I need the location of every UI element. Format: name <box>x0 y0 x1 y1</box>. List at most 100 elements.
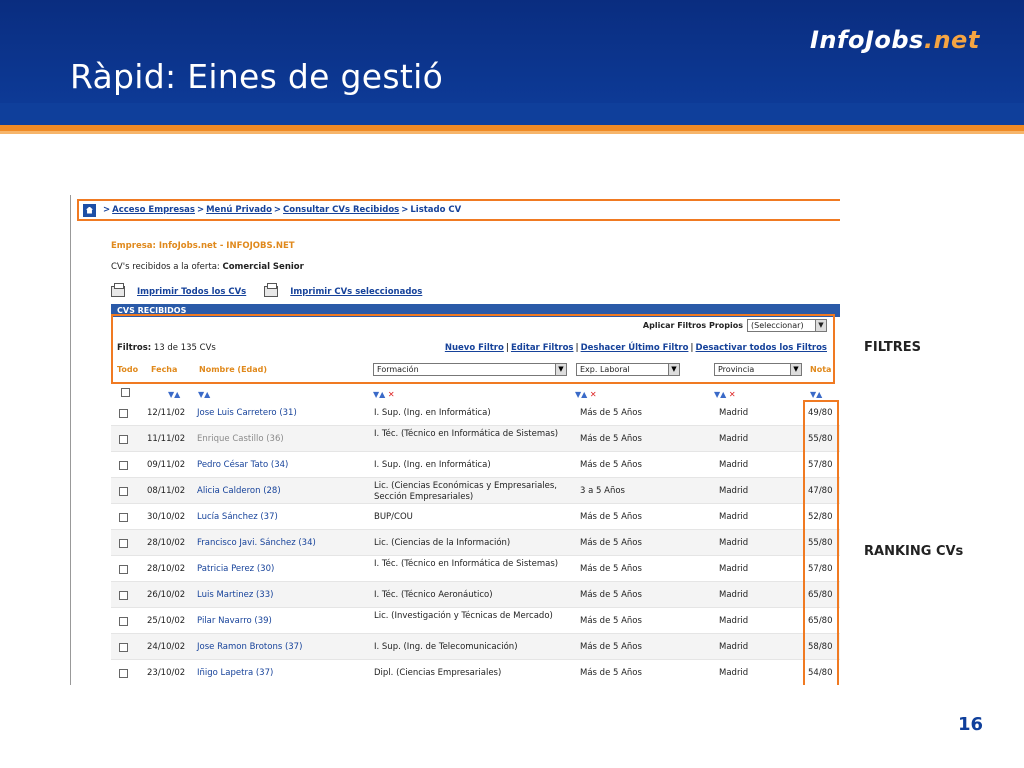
printer-icon[interactable] <box>264 283 279 297</box>
printer-icon[interactable] <box>111 283 125 297</box>
own-filters-value: (Seleccionar) <box>751 321 804 330</box>
offer-name: Comercial Senior <box>222 262 304 272</box>
filter-links: Nuevo Filtro | Editar Filtros | Deshacer Últ… <box>444 343 827 353</box>
row-name-link[interactable]: Iñigo Lapetra (37) <box>197 668 273 678</box>
print-all-link[interactable]: Imprimir Todos los CVs <box>137 287 246 297</box>
chevron-down-icon[interactable]: ▼ <box>815 320 826 331</box>
row-province: Madrid <box>719 512 749 522</box>
undo-filter-link[interactable]: Deshacer Último Filtro <box>581 343 689 353</box>
row-formation: I. Sup. (Ing. en Informática) <box>374 408 491 418</box>
new-filter-link[interactable]: Nuevo Filtro <box>445 343 504 353</box>
row-experience: Más de 5 Años <box>580 434 642 444</box>
filter-count-value: 13 de 135 CVs <box>153 343 216 353</box>
remove-filter-icon[interactable]: ✕ <box>726 390 736 399</box>
row-province: Madrid <box>719 408 749 418</box>
province-filter-select[interactable]: Provincia ▼ <box>714 363 802 376</box>
row-name-link[interactable]: Jose Luis Carretero (31) <box>197 408 297 418</box>
print-selected-link[interactable]: Imprimir CVs seleccionados <box>290 287 422 297</box>
slide-title: Ràpid: Eines de gestió <box>70 57 444 96</box>
row-date: 23/10/02 <box>147 668 186 678</box>
col-todo[interactable]: Todo <box>117 365 138 374</box>
row-formation: I. Sup. (Ing. de Telecomunicación) <box>374 642 518 652</box>
formation-filter-select[interactable]: Formación ▼ <box>373 363 567 376</box>
remove-filter-icon[interactable]: ✕ <box>385 390 395 399</box>
row-checkbox[interactable] <box>119 617 128 626</box>
row-checkbox[interactable] <box>119 565 128 574</box>
row-checkbox[interactable] <box>119 643 128 652</box>
chevron-down-icon[interactable]: ▼ <box>555 364 566 375</box>
select-all-checkbox[interactable] <box>121 388 130 397</box>
table-row: 23/10/02 Iñigo Lapetra (37) Dipl. (Ciencia… <box>111 660 840 685</box>
row-checkbox[interactable] <box>119 539 128 548</box>
row-experience: Más de 5 Años <box>580 538 642 548</box>
row-name-link[interactable]: Lucía Sánchez (37) <box>197 512 278 522</box>
row-date: 28/10/02 <box>147 538 186 548</box>
row-experience: Más de 5 Años <box>580 512 642 522</box>
row-province: Madrid <box>719 590 749 600</box>
sort-arrows-provincia[interactable]: ▼▲ ✕ <box>714 390 736 399</box>
row-province: Madrid <box>719 642 749 652</box>
edit-filters-link[interactable]: Editar Filtros <box>511 343 574 353</box>
breadcrumb: > Acceso Empresas > Menú Privado > Consu… <box>77 199 840 221</box>
row-checkbox[interactable] <box>119 461 128 470</box>
row-date: 09/11/02 <box>147 460 186 470</box>
sort-arrows-nombre[interactable]: ▼▲ <box>198 390 210 399</box>
breadcrumb-separator: > <box>196 205 205 215</box>
breadcrumb-current: Listado CV <box>410 205 462 215</box>
row-province: Madrid <box>719 486 749 496</box>
row-experience: Más de 5 Años <box>580 668 642 678</box>
logo-dot: . <box>923 26 934 54</box>
row-name-link[interactable]: Alicia Calderon (28) <box>197 486 281 496</box>
row-name-link[interactable]: Francisco Javi. Sánchez (34) <box>197 538 316 548</box>
breadcrumb-consultar-cvs[interactable]: Consultar CVs Recibidos <box>283 205 399 215</box>
row-formation: Lic. (Ciencias de la Información) <box>374 538 511 548</box>
row-name-link[interactable]: Enrique Castillo (36) <box>197 434 284 444</box>
row-province: Madrid <box>719 668 749 678</box>
row-checkbox[interactable] <box>119 513 128 522</box>
company-name: Empresa: InfoJobs.net - INFOJOBS.NET <box>111 241 295 251</box>
row-checkbox[interactable] <box>119 409 128 418</box>
own-filters-label: Aplicar Filtros Propios <box>642 321 743 330</box>
table-row: 24/10/02 Jose Ramon Brotons (37) I. Sup. (… <box>111 634 840 660</box>
chevron-down-icon[interactable]: ▼ <box>668 364 679 375</box>
table-row: 08/11/02 Alicia Calderon (28) Lic. (Cienci… <box>111 478 840 504</box>
filter-count: Filtros: 13 de 135 CVs <box>117 343 216 353</box>
row-name-link[interactable]: Pedro César Tato (34) <box>197 460 288 470</box>
row-name-link[interactable]: Pilar Navarro (39) <box>197 616 272 626</box>
row-checkbox[interactable] <box>119 435 128 444</box>
experience-filter-select[interactable]: Exp. Laboral ▼ <box>576 363 680 376</box>
row-checkbox[interactable] <box>119 487 128 496</box>
row-experience: 3 a 5 Años <box>580 486 625 496</box>
sort-arrows-fecha[interactable]: ▼▲ <box>168 390 180 399</box>
row-experience: Más de 5 Años <box>580 616 642 626</box>
chevron-down-icon[interactable]: ▼ <box>790 364 801 375</box>
row-checkbox[interactable] <box>119 591 128 600</box>
row-name-link[interactable]: Patricia Perez (30) <box>197 564 274 574</box>
slide: Ràpid: Eines de gestió InfoJobs.net > Ac… <box>0 0 1024 768</box>
breadcrumb-menu-privado[interactable]: Menú Privado <box>206 205 272 215</box>
row-name-link[interactable]: Luis Martinez (33) <box>197 590 273 600</box>
row-date: 08/11/02 <box>147 486 186 496</box>
disable-filters-link[interactable]: Desactivar todos los Filtros <box>696 343 827 353</box>
screenshot-panel: > Acceso Empresas > Menú Privado > Consu… <box>70 195 840 685</box>
sort-arrows-formacion[interactable]: ▼▲ ✕ <box>373 390 395 399</box>
col-nombre[interactable]: Nombre (Edad) <box>199 365 267 374</box>
row-checkbox[interactable] <box>119 669 128 678</box>
col-nota[interactable]: Nota <box>810 365 831 374</box>
col-fecha[interactable]: Fecha <box>151 365 177 374</box>
sort-arrows-experiencia[interactable]: ▼▲ ✕ <box>575 390 597 399</box>
row-name-link[interactable]: Jose Ramon Brotons (37) <box>197 642 302 652</box>
home-icon[interactable] <box>83 203 96 217</box>
row-experience: Más de 5 Años <box>580 564 642 574</box>
print-actions: Imprimir Todos los CVs Imprimir CVs sele… <box>111 283 440 297</box>
remove-filter-icon[interactable]: ✕ <box>587 390 597 399</box>
row-formation: Dipl. (Ciencias Empresariales) <box>374 668 502 678</box>
breadcrumb-separator: > <box>401 205 409 215</box>
logo-main: InfoJobs <box>810 26 924 54</box>
ranking-highlight <box>803 400 839 685</box>
own-filters-select[interactable]: (Seleccionar) ▼ <box>747 319 827 332</box>
breadcrumb-separator: > <box>273 205 282 215</box>
row-province: Madrid <box>719 434 749 444</box>
breadcrumb-acceso-empresas[interactable]: Acceso Empresas <box>112 205 195 215</box>
sort-arrows-nota[interactable]: ▼▲ <box>810 390 822 399</box>
